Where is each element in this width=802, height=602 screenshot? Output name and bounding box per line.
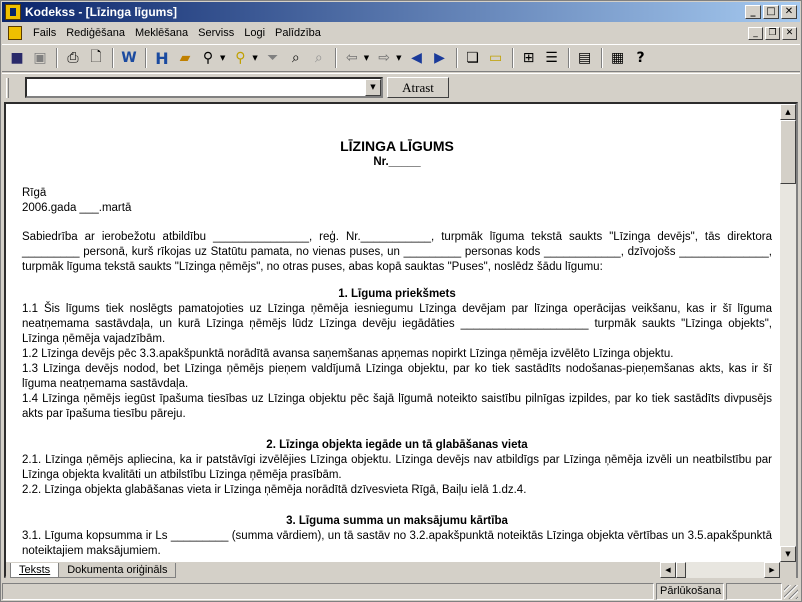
document-number: Nr._____	[373, 156, 421, 168]
menu-windows[interactable]: Logi	[239, 27, 270, 39]
document-intro: Sabiedrība ar ierobežotu atbildību _____…	[22, 231, 772, 273]
toolbar-separator	[56, 48, 58, 68]
scroll-up-icon[interactable]: ▲	[780, 104, 796, 120]
note-icon[interactable]: ▦	[607, 47, 629, 69]
back-arrow-icon[interactable]: ⇦	[341, 47, 363, 69]
search-dropdown-icon[interactable]: ▼	[365, 79, 381, 96]
close-button[interactable]: ✕	[781, 5, 797, 19]
section-3-title: 3. Līguma summa un maksājumu kārtība	[286, 515, 508, 527]
chevron-down-icon[interactable]: ▼	[252, 54, 257, 62]
tab-strip: Teksts Dokumenta oriģināls ◀ ▶	[6, 562, 796, 578]
title-bar: Kodekss - [Līzinga līgums] _ □ ✕	[2, 2, 800, 22]
vertical-scrollbar[interactable]: ▲ ▼	[780, 104, 796, 562]
clause-1-2: 1.2 Līzinga devējs pēc 3.3.apakšpunktā n…	[22, 348, 674, 360]
window-title: Kodekss - [Līzinga līgums]	[25, 5, 178, 19]
bookmark-icon[interactable]: ⊞	[518, 47, 540, 69]
section-1-title: 1. Līguma priekšmets	[338, 288, 456, 300]
magnifier-disabled-icon[interactable]: ⌕	[308, 47, 330, 69]
toolbar: ■ ▣ ⎙ 🗋 W H ▰ ⚲ ▼ ⚲ ▼ ⏷ ⌕ ⌕ ⇦ ▼ ⇨ ▼ ◀ ▶ …	[2, 44, 800, 72]
status-main	[2, 583, 654, 600]
status-bar: Pārlūkošana	[2, 582, 800, 601]
previous-icon[interactable]: ◀	[406, 47, 428, 69]
menu-help[interactable]: Palīdzība	[270, 27, 326, 39]
menu-tools[interactable]: Serviss	[193, 27, 239, 39]
clause-1-3: 1.3 Līzinga devējs nodod, bet Līzinga ņē…	[22, 363, 772, 390]
menu-bar: Fails Rediģēšana Meklēšana Serviss Logi …	[2, 23, 800, 43]
document-title: LĪZINGA LĪGUMS	[340, 138, 454, 154]
filter-icon[interactable]: ⏷	[262, 47, 284, 69]
next-icon[interactable]: ▶	[429, 47, 451, 69]
chevron-down-icon[interactable]: ▼	[396, 54, 401, 62]
scroll-thumb[interactable]	[780, 120, 796, 184]
doc-minimize-button[interactable]: _	[748, 26, 763, 40]
status-mode: Pārlūkošana	[656, 583, 724, 600]
find-next-icon[interactable]: ⚲	[229, 47, 251, 69]
horizontal-scroll-thumb[interactable]	[676, 562, 686, 578]
menu-search[interactable]: Meklēšana	[130, 27, 193, 39]
horizontal-scrollbar[interactable]: ◀ ▶	[660, 562, 780, 578]
scroll-left-icon[interactable]: ◀	[660, 562, 676, 578]
tab-text[interactable]: Teksts	[10, 562, 60, 578]
toolbar-separator	[567, 48, 570, 68]
windows-icon[interactable]: ❏	[462, 47, 484, 69]
forward-arrow-icon[interactable]: ⇨	[373, 47, 395, 69]
properties-icon[interactable]: ▤	[574, 47, 596, 69]
save-icon[interactable]: ■	[6, 47, 28, 69]
app-icon	[5, 4, 21, 20]
document-text[interactable]: LĪZINGA LĪGUMS Nr._____ Rīgā 2006.gada _…	[6, 104, 780, 564]
help-h-icon[interactable]: H	[151, 47, 173, 69]
print-icon[interactable]: ⎙	[62, 47, 84, 69]
word-export-icon[interactable]: W	[118, 47, 140, 69]
search-bar: ▼ Atrast	[2, 73, 800, 101]
app-window: Kodekss - [Līzinga līgums] _ □ ✕ Fails R…	[0, 0, 802, 602]
menu-edit[interactable]: Rediģēšana	[61, 27, 130, 39]
chevron-down-icon[interactable]: ▼	[364, 54, 369, 62]
find-button[interactable]: Atrast	[387, 77, 449, 98]
toolbar-grip	[6, 77, 9, 98]
search-input[interactable]	[25, 77, 383, 98]
doc-restore-button[interactable]: ❐	[765, 26, 780, 40]
magnifier-icon[interactable]: ⌕	[285, 47, 307, 69]
toolbar-separator	[334, 48, 337, 68]
section-2-title: 2. Līzinga objekta iegāde un tā glabāšan…	[266, 439, 528, 451]
folders-icon[interactable]: ▣	[29, 47, 51, 69]
document-icon[interactable]	[8, 26, 22, 40]
status-extra	[726, 583, 782, 600]
binoculars-icon[interactable]: ⚲	[197, 47, 219, 69]
chevron-down-icon[interactable]: ▼	[220, 54, 225, 62]
document-place: Rīgā	[22, 187, 47, 199]
menu-file[interactable]: Fails	[28, 27, 61, 39]
scroll-down-icon[interactable]: ▼	[780, 546, 796, 562]
maximize-button[interactable]: □	[763, 5, 779, 19]
document-pane: LĪZINGA LĪGUMS Nr._____ Rīgā 2006.gada _…	[4, 102, 798, 578]
tab-document-original[interactable]: Dokumenta oriģināls	[58, 562, 177, 578]
clause-1-1: 1.1 Šis līgums tiek noslēgts pamatojotie…	[22, 303, 772, 345]
book-icon[interactable]: ▰	[174, 47, 196, 69]
folder-icon[interactable]: ▭	[485, 47, 507, 69]
print-preview-icon[interactable]: 🗋	[85, 47, 107, 69]
doc-close-button[interactable]: ✕	[782, 26, 797, 40]
toolbar-separator	[145, 48, 147, 68]
toolbar-separator	[455, 48, 458, 68]
clause-2-2: 2.2. Līzinga objekta glabāšanas vieta ir…	[22, 484, 527, 496]
toolbar-separator	[600, 48, 603, 68]
list-icon[interactable]: ☰	[541, 47, 563, 69]
document-date: 2006.gada ___.martā	[22, 202, 132, 214]
clause-3-1: 3.1. Līguma kopsumma ir Ls _________ (su…	[22, 530, 772, 557]
scroll-right-icon[interactable]: ▶	[764, 562, 780, 578]
clause-1-4: 1.4 Līzinga ņēmējs iegūst īpašuma tiesīb…	[22, 393, 772, 420]
resize-grip-icon[interactable]	[784, 584, 798, 599]
clause-2-1: 2.1. Līzinga ņēmējs apliecina, ka ir pat…	[22, 454, 772, 481]
toolbar-separator	[511, 48, 514, 68]
minimize-button[interactable]: _	[745, 5, 761, 19]
toolbar-separator	[112, 48, 114, 68]
context-help-icon[interactable]: ?	[630, 47, 652, 69]
